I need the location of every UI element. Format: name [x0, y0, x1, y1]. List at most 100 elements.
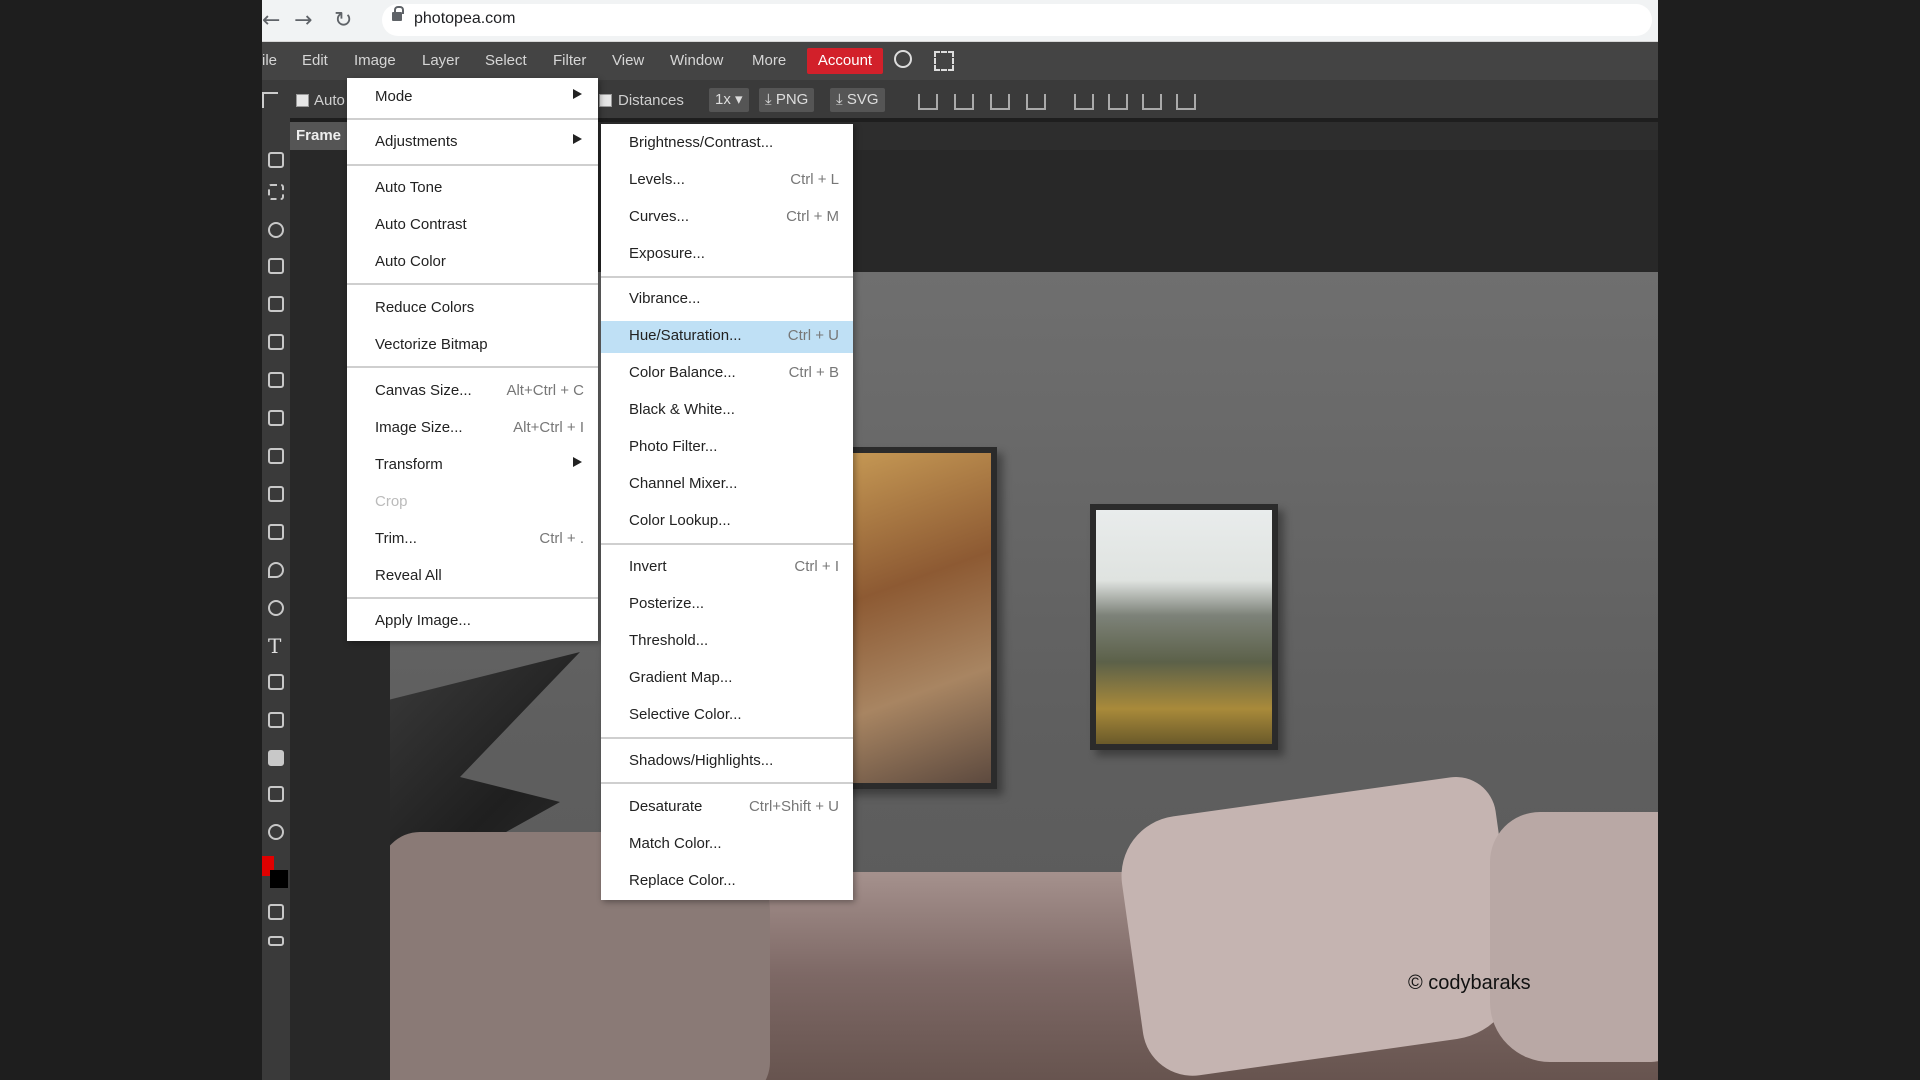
menu-select[interactable]: Select [485, 52, 527, 69]
clone-stamp-tool-icon[interactable] [268, 448, 284, 464]
account-button[interactable]: Account [807, 48, 883, 74]
adjustments-menu-item[interactable]: Posterize... [601, 589, 853, 619]
image-menu-item[interactable]: Adjustments [347, 127, 598, 157]
adjustments-menu-item[interactable]: Curves... Ctrl + M [601, 202, 853, 232]
adjustments-menu-item[interactable]: Replace Color... [601, 866, 853, 896]
distances-checkbox[interactable] [599, 94, 612, 107]
adjustments-menu-item[interactable]: Black & White... [601, 395, 853, 425]
auto-select-checkbox[interactable] [296, 94, 309, 107]
align-left-icon[interactable] [918, 94, 938, 110]
history-brush-tool-icon[interactable] [268, 486, 284, 502]
forward-arrow-icon[interactable]: → [294, 8, 312, 33]
adjustments-menu-item[interactable]: Vibrance... [601, 284, 853, 314]
align-top-icon[interactable] [1074, 94, 1094, 110]
adjustments-menu-item[interactable]: Selective Color... [601, 700, 853, 730]
background-color-swatch[interactable] [270, 870, 288, 888]
image-menu-item[interactable]: Reveal All [347, 561, 598, 591]
menu-item-shortcut: Ctrl + . [539, 530, 584, 547]
menu-window[interactable]: Window [670, 52, 723, 69]
align-center-icon[interactable] [954, 94, 974, 110]
type-tool-icon[interactable]: T [268, 634, 281, 658]
pen-tool-icon[interactable] [268, 674, 284, 690]
menu-item-label: Vectorize Bitmap [375, 336, 488, 353]
align-bottom-icon[interactable] [1142, 94, 1162, 110]
image-menu-item[interactable]: Image Size... Alt+Ctrl + I [347, 413, 598, 443]
marquee-tool-icon[interactable] [268, 184, 284, 200]
paint-bucket-tool-icon[interactable] [268, 562, 284, 578]
healing-tool-icon[interactable] [268, 372, 284, 388]
adjustments-menu-item[interactable]: Channel Mixer... [601, 469, 853, 499]
adjustments-menu-item[interactable]: Gradient Map... [601, 663, 853, 693]
distribute-horizontal-icon[interactable] [1026, 94, 1046, 110]
image-menu-item[interactable]: Canvas Size... Alt+Ctrl + C [347, 376, 598, 406]
search-icon[interactable] [894, 50, 912, 68]
menu-item-label: Mode [375, 88, 413, 105]
menu-file[interactable]: ile [262, 52, 277, 69]
brush-tool-icon[interactable] [268, 410, 284, 426]
distances-label: Distances [618, 92, 684, 109]
menu-filter[interactable]: Filter [553, 52, 586, 69]
adjustments-menu-item[interactable]: Color Lookup... [601, 506, 853, 536]
image-menu-item[interactable]: Mode [347, 82, 598, 112]
menu-item-label: Levels... [629, 171, 685, 188]
image-menu-item[interactable]: Apply Image... [347, 606, 598, 636]
menu-edit[interactable]: Edit [302, 52, 328, 69]
align-middle-icon[interactable] [1108, 94, 1128, 110]
adjustments-menu-item[interactable]: Invert Ctrl + I [601, 552, 853, 582]
adjustments-menu-item[interactable]: Shadows/Highlights... [601, 746, 853, 776]
menu-view[interactable]: View [612, 52, 644, 69]
adjustments-menu-item[interactable]: Threshold... [601, 626, 853, 656]
image-menu-item[interactable]: Auto Contrast [347, 210, 598, 240]
menu-item-label: Desaturate [629, 798, 703, 815]
image-menu-item[interactable]: Trim... Ctrl + . [347, 524, 598, 554]
menu-item-shortcut: Ctrl + B [788, 364, 839, 381]
menu-item-label: Hue/Saturation... [629, 327, 742, 344]
align-right-icon[interactable] [990, 94, 1010, 110]
lasso-tool-icon[interactable] [268, 222, 284, 238]
image-menu-item[interactable]: Transform [347, 450, 598, 480]
zoom-select[interactable]: 1x ▾ [709, 88, 749, 112]
magic-wand-tool-icon[interactable] [268, 258, 284, 274]
artboard-tool-icon[interactable] [268, 152, 284, 168]
image-menu-item[interactable]: Vectorize Bitmap [347, 330, 598, 360]
zoom-tool-icon[interactable] [268, 824, 284, 840]
menu-image[interactable]: Image [354, 52, 396, 69]
menu-item-label: Selective Color... [629, 706, 742, 723]
back-arrow-icon[interactable]: ← [262, 8, 280, 33]
eyedropper-tool-icon[interactable] [268, 334, 284, 350]
right-margin [1658, 0, 1920, 1080]
quick-mask-icon[interactable] [268, 904, 284, 920]
eraser-tool-icon[interactable] [268, 524, 284, 540]
image-menu-item[interactable]: Auto Tone [347, 173, 598, 203]
adjustments-menu-item[interactable]: Desaturate Ctrl+Shift + U [601, 792, 853, 822]
move-tool-icon[interactable] [262, 92, 278, 108]
distribute-vertical-icon[interactable] [1176, 94, 1196, 110]
menu-layer[interactable]: Layer [422, 52, 460, 69]
hand-tool-icon[interactable] [268, 786, 284, 802]
url-text[interactable]: photopea.com [414, 10, 515, 28]
address-bar[interactable]: photopea.com [382, 4, 1652, 36]
image-menu-item[interactable]: Reduce Colors [347, 293, 598, 323]
shape-tool-icon[interactable] [268, 750, 284, 766]
image-menu-item[interactable]: Auto Color [347, 247, 598, 277]
adjustments-menu-item-highlighted[interactable]: Hue/Saturation... Ctrl + U [601, 321, 853, 353]
adjustments-menu-item[interactable]: Brightness/Contrast... [601, 128, 853, 158]
screen-mode-icon[interactable] [268, 936, 284, 946]
fullscreen-icon[interactable] [934, 51, 954, 71]
export-svg-button[interactable]: ⤓ SVG [830, 88, 885, 112]
adjustments-menu-item[interactable]: Photo Filter... [601, 432, 853, 462]
menu-more[interactable]: More [752, 52, 786, 69]
crop-tool-icon[interactable] [268, 296, 284, 312]
menu-separator [347, 366, 598, 368]
dodge-tool-icon[interactable] [268, 600, 284, 616]
adjustments-menu-item[interactable]: Exposure... [601, 239, 853, 269]
lock-icon [392, 6, 404, 21]
adjustments-menu-item[interactable]: Match Color... [601, 829, 853, 859]
adjustments-menu-item[interactable]: Levels... Ctrl + L [601, 165, 853, 195]
adjustments-menu-item[interactable]: Color Balance... Ctrl + B [601, 358, 853, 388]
menu-separator [601, 543, 853, 545]
cushion-center [1113, 771, 1527, 1080]
reload-icon[interactable]: ↻ [334, 8, 352, 33]
export-png-button[interactable]: ⤓ PNG [759, 88, 815, 112]
path-select-tool-icon[interactable] [268, 712, 284, 728]
